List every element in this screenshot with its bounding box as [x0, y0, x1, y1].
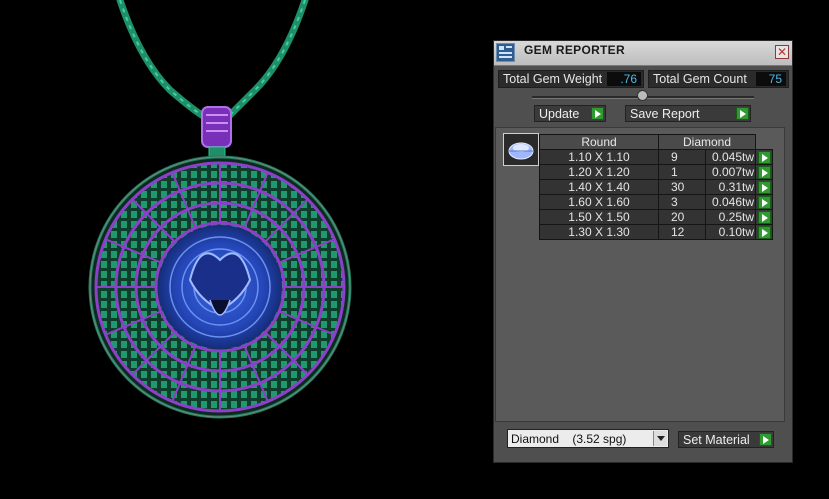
close-icon[interactable]: ✕ [775, 45, 789, 59]
bail [201, 106, 232, 160]
set-material-label: Set Material [683, 433, 750, 447]
total-gem-count-value: 75 [756, 72, 786, 86]
column-header-shape: Round [539, 134, 659, 150]
header-spacer [755, 134, 773, 150]
gem-size: 1.50 X 1.50 [539, 209, 659, 225]
play-arrow-icon[interactable] [758, 181, 771, 194]
row-action[interactable] [755, 194, 773, 210]
gem-count: 20 [658, 209, 706, 225]
gem-table: Round Diamond 1.10 X 1.10 9 0.045tw 1.20… [539, 134, 773, 240]
play-arrow-icon[interactable] [736, 107, 749, 120]
column-header-material: Diamond [658, 134, 756, 150]
pendant-render [88, 0, 352, 419]
slider-handle[interactable] [637, 90, 648, 101]
gem-size: 1.20 X 1.20 [539, 164, 659, 180]
play-arrow-icon[interactable] [758, 151, 771, 164]
total-gem-weight-field: Total Gem Weight .76 [498, 70, 644, 88]
gem-weight: 0.25tw [705, 209, 756, 225]
play-arrow-icon[interactable] [759, 433, 772, 446]
pendant-disc [88, 155, 352, 419]
model-viewport[interactable] [0, 0, 490, 494]
gem-size: 1.60 X 1.60 [539, 194, 659, 210]
gem-count: 3 [658, 194, 706, 210]
table-row[interactable]: 1.30 X 1.30 12 0.10tw [539, 224, 773, 240]
save-report-button[interactable]: Save Report [625, 105, 751, 122]
gem-size: 1.30 X 1.30 [539, 224, 659, 240]
play-arrow-icon[interactable] [758, 211, 771, 224]
gem-reporter-panel: GEM REPORTER ✕ Total Gem Weight .76 Tota… [493, 40, 793, 463]
table-row[interactable]: 1.60 X 1.60 3 0.046tw [539, 194, 773, 210]
gem-weight: 0.045tw [705, 149, 756, 165]
round-gem-icon[interactable] [503, 133, 539, 166]
row-action[interactable] [755, 209, 773, 225]
table-row[interactable]: 1.40 X 1.40 30 0.31tw [539, 179, 773, 195]
gem-count: 30 [658, 179, 706, 195]
gem-reporter-icon [496, 43, 515, 62]
update-label: Update [539, 107, 580, 121]
total-gem-count-field: Total Gem Count 75 [648, 70, 789, 88]
table-row[interactable]: 1.20 X 1.20 1 0.007tw [539, 164, 773, 180]
gem-weight: 0.007tw [705, 164, 756, 180]
gem-weight: 0.10tw [705, 224, 756, 240]
play-arrow-icon[interactable] [758, 196, 771, 209]
gem-size: 1.40 X 1.40 [539, 179, 659, 195]
play-arrow-icon[interactable] [591, 107, 604, 120]
play-arrow-icon[interactable] [758, 226, 771, 239]
row-action[interactable] [755, 164, 773, 180]
gem-count: 1 [658, 164, 706, 180]
update-button[interactable]: Update [534, 105, 606, 122]
save-report-label: Save Report [630, 107, 700, 121]
total-gem-count-label: Total Gem Count [653, 72, 747, 86]
gem-list-area: Round Diamond 1.10 X 1.10 9 0.045tw 1.20… [495, 127, 785, 422]
material-dropdown[interactable]: Diamond (3.52 spg) [507, 429, 669, 448]
set-material-button[interactable]: Set Material [678, 431, 774, 448]
panel-title: GEM REPORTER [524, 43, 625, 57]
play-arrow-icon[interactable] [758, 166, 771, 179]
table-header-row: Round Diamond [539, 134, 773, 150]
total-gem-weight-value: .76 [607, 72, 641, 86]
total-gem-weight-label: Total Gem Weight [503, 72, 603, 86]
gem-count: 9 [658, 149, 706, 165]
gem-count: 12 [658, 224, 706, 240]
row-action[interactable] [755, 224, 773, 240]
table-row[interactable]: 1.50 X 1.50 20 0.25tw [539, 209, 773, 225]
title-bar[interactable]: GEM REPORTER ✕ [494, 41, 792, 66]
table-row[interactable]: 1.10 X 1.10 9 0.045tw [539, 149, 773, 165]
row-action[interactable] [755, 179, 773, 195]
chevron-down-icon[interactable] [653, 431, 667, 446]
gem-weight: 0.046tw [705, 194, 756, 210]
material-selected-value: Diamond (3.52 spg) [511, 432, 627, 446]
row-action[interactable] [755, 149, 773, 165]
gem-weight: 0.31tw [705, 179, 756, 195]
gem-size: 1.10 X 1.10 [539, 149, 659, 165]
